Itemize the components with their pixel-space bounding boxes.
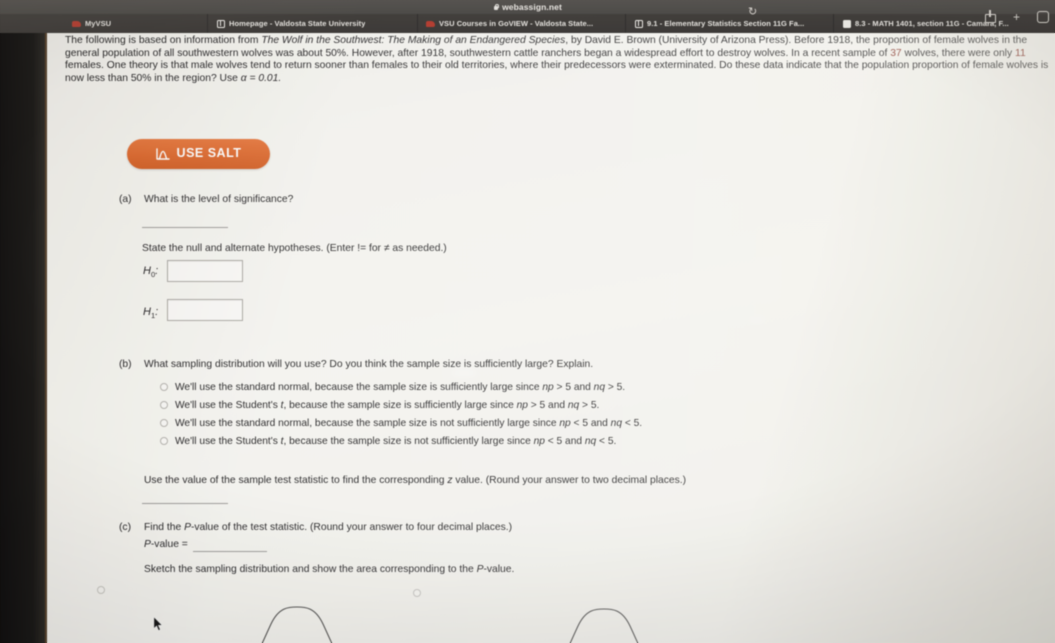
tab-label: MyVSU	[85, 19, 112, 28]
url-text: webassign.net	[502, 2, 562, 12]
h0-colon: :	[155, 265, 159, 277]
sampling-option-1[interactable]: We'll use the standard normal, because t…	[160, 381, 625, 395]
share-icon[interactable]	[985, 10, 996, 23]
part-a-question: What is the level of significance?	[144, 194, 294, 205]
sampling-option-4[interactable]: We'll use the Student's t, because the s…	[160, 435, 616, 449]
sampling-option-3[interactable]: We'll use the standard normal, because t…	[160, 417, 642, 431]
h0-input[interactable]	[167, 260, 243, 282]
radio-button-icon[interactable]	[160, 437, 168, 445]
tab-strip: MyVSU Homepage - Valdosta State Universi…	[0, 14, 1055, 33]
part-b-marker: (b)	[119, 359, 132, 370]
part-b-question: What sampling distribution will you use?…	[144, 359, 594, 370]
use-salt-button[interactable]: USE SALT	[127, 139, 270, 169]
part-c-marker: (c)	[119, 522, 132, 533]
mouse-cursor	[153, 616, 164, 632]
h0-label: H0:	[143, 264, 158, 281]
sketch-curve-1[interactable]	[227, 604, 367, 643]
z-value-input[interactable]	[142, 502, 228, 504]
h1-colon: :	[155, 306, 159, 318]
browser-tab-goview[interactable]: VSU Courses in GoVIEW - Valdosta State..…	[418, 14, 626, 33]
sampling-option-2[interactable]: We'll use the Student's t, because the s…	[160, 399, 599, 413]
sampling-option-4-label: We'll use the Student's t, because the s…	[175, 436, 617, 447]
h0-letter: H	[143, 265, 151, 277]
hypotheses-prompt: State the null and alternate hypotheses.…	[142, 243, 447, 254]
problem-statement: The following is based on information fr…	[65, 35, 1049, 84]
browser-tab-myvsu[interactable]: MyVSU	[0, 14, 208, 33]
mysvu-favicon-icon	[72, 19, 81, 28]
h1-letter: H	[143, 306, 151, 318]
part-c-question: Find the P-value of the test statistic. …	[144, 522, 513, 533]
book-favicon-icon	[216, 19, 225, 28]
use-salt-label: USE SALT	[176, 146, 242, 161]
screen-photo: webassign.net ↻ MyVSU Homepage - Valdost…	[0, 0, 1055, 643]
assignment-content: The following is based on information fr…	[47, 33, 1055, 643]
browser-tab-homepage[interactable]: Homepage - Valdosta State University	[208, 14, 418, 33]
sampling-option-3-label: We'll use the standard normal, because t…	[175, 418, 643, 429]
sketch-options-area	[47, 576, 1055, 643]
sampling-option-1-label: We'll use the standard normal, because t…	[175, 382, 626, 393]
salt-chart-icon	[155, 148, 170, 160]
browser-toolbar-right: +	[985, 0, 1055, 33]
sketch-option-1-radio[interactable]	[97, 586, 105, 594]
pvalue-input[interactable]	[193, 550, 267, 552]
square-favicon-icon	[842, 19, 851, 28]
radio-button-icon[interactable]	[160, 401, 168, 409]
screen-bezel-left	[0, 33, 47, 643]
vsu-favicon-icon	[426, 19, 435, 28]
tab-label: Homepage - Valdosta State University	[229, 19, 366, 28]
tab-label: 9.1 - Elementary Statistics Section 11G …	[647, 19, 805, 28]
tabs-icon[interactable]	[1037, 10, 1049, 23]
radio-button-icon[interactable]	[160, 419, 168, 427]
screen-smudge	[747, 316, 765, 324]
url-bar[interactable]: webassign.net	[0, 0, 1055, 14]
lock-icon	[493, 3, 500, 11]
browser-chrome: webassign.net ↻ MyVSU Homepage - Valdost…	[0, 0, 1055, 33]
plus-icon[interactable]: +	[1010, 11, 1023, 23]
book-favicon-icon	[634, 19, 643, 28]
h1-label: H1:	[143, 305, 158, 322]
sketch-curve-2[interactable]	[534, 606, 674, 643]
browser-tab-elementary-statistics[interactable]: 9.1 - Elementary Statistics Section 11G …	[626, 14, 834, 33]
z-value-prompt: Use the value of the sample test statist…	[144, 475, 687, 486]
tab-label: VSU Courses in GoVIEW - Valdosta State..…	[439, 19, 594, 28]
pvalue-label: P-value =	[144, 539, 188, 550]
page-wrap: The following is based on information fr…	[0, 33, 1055, 643]
sketch-option-2-radio[interactable]	[413, 589, 421, 597]
assignment-page: The following is based on information fr…	[47, 33, 1055, 643]
h1-input[interactable]	[167, 299, 243, 321]
sampling-option-2-label: We'll use the Student's t, because the s…	[175, 400, 600, 411]
radio-button-icon[interactable]	[160, 383, 168, 391]
part-a-answer-input[interactable]	[142, 226, 228, 228]
part-a-marker: (a)	[119, 194, 132, 205]
